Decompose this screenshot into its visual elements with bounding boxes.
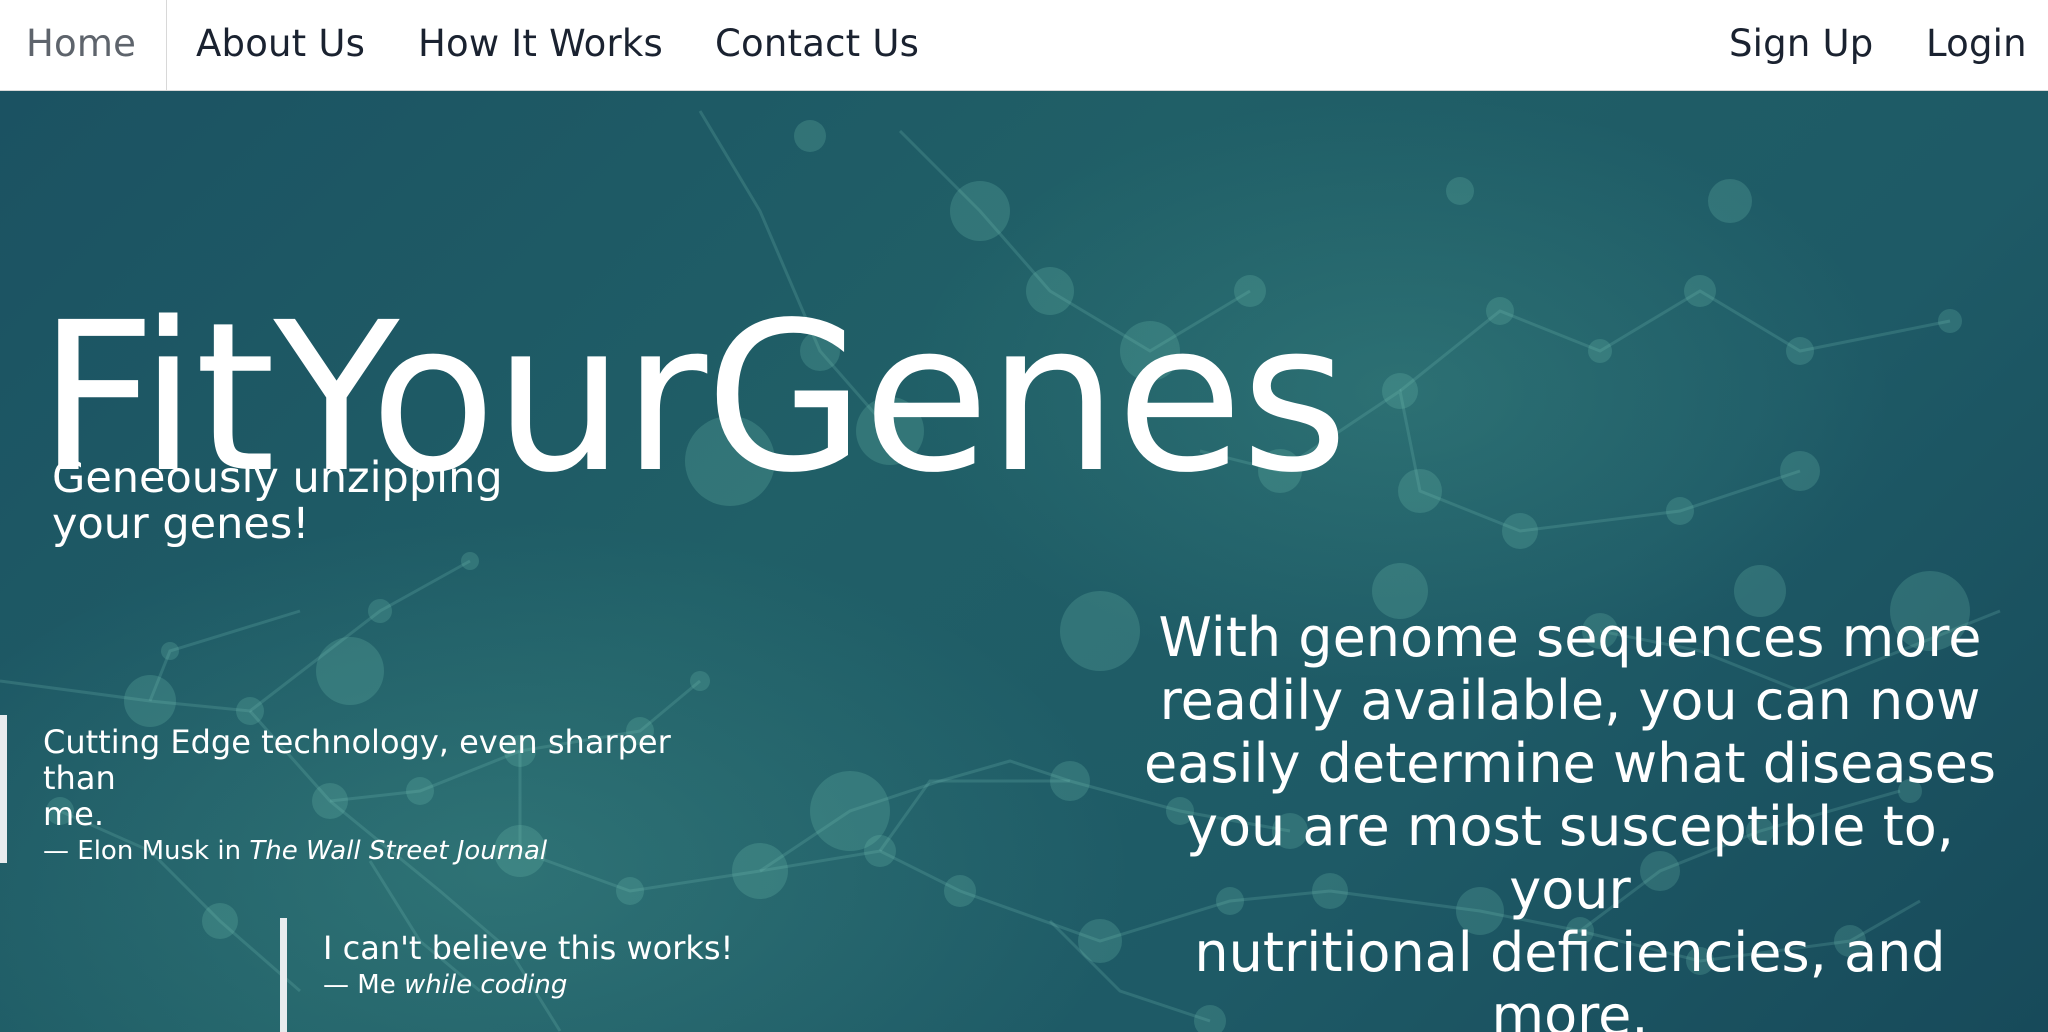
nav-how-it-works[interactable]: How It Works: [418, 0, 663, 90]
quote-text-line: Cutting Edge technology, even sharper th…: [43, 723, 671, 797]
nav-contact-us[interactable]: Contact Us: [715, 0, 919, 90]
citation-author: Elon Musk in: [77, 836, 242, 866]
citation-dash: —: [43, 836, 69, 866]
nav-login[interactable]: Login: [1926, 0, 2027, 90]
testimonial-quote: I can't believe this works! — Me while c…: [280, 918, 800, 1032]
tagline-line-1: Geneously unzipping: [52, 453, 503, 503]
citation-dash: —: [323, 970, 349, 1000]
nav-sign-up[interactable]: Sign Up: [1729, 0, 1873, 90]
citation-source: while coding: [403, 970, 568, 1000]
intro-line: With genome sequences more: [1158, 606, 1982, 669]
testimonial-quote: Cutting Edge technology, even sharper th…: [0, 715, 720, 866]
quote-text: Cutting Edge technology, even sharper th…: [43, 724, 720, 832]
intro-paragraph: With genome sequences more readily avail…: [1120, 606, 2020, 1032]
hero-section: FitYourGenes Geneously unzipping your ge…: [0, 91, 2048, 1032]
nav-home[interactable]: Home: [0, 0, 168, 90]
intro-line: readily available, you can now: [1159, 669, 1981, 732]
citation-author: Me: [357, 970, 396, 1000]
intro-line: nutritional deficiencies, and more.: [1194, 921, 1946, 1032]
intro-line: easily determine what diseases: [1144, 732, 1996, 795]
tagline: Geneously unzipping your genes!: [52, 455, 572, 547]
quote-citation: — Elon Musk in The Wall Street Journal: [43, 834, 720, 868]
quote-text: I can't believe this works!: [323, 929, 734, 967]
citation-source: The Wall Street Journal: [249, 836, 548, 866]
quote-text-line: me.: [43, 795, 105, 833]
nav-about-us[interactable]: About Us: [196, 0, 365, 90]
tagline-line-2: your genes!: [52, 499, 310, 549]
quote-citation: — Me while coding: [323, 968, 800, 1002]
top-navbar: Home About Us How It Works Contact Us Si…: [0, 0, 2048, 91]
intro-line: you are most susceptible to, your: [1186, 795, 1954, 921]
